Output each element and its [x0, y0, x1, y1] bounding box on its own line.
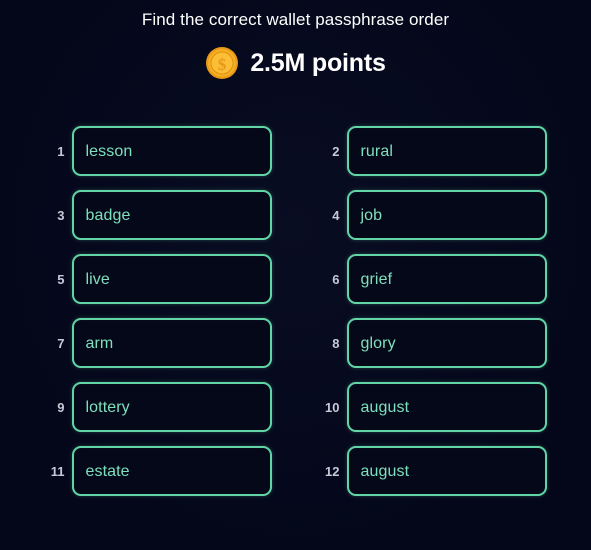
header: Find the correct wallet passphrase order…	[0, 0, 591, 82]
slot-number: 12	[325, 463, 340, 479]
slot-number: 3	[57, 207, 65, 223]
slot-number: 10	[325, 399, 340, 415]
slot-6[interactable]: 6 grief	[320, 254, 547, 304]
word-label: glory	[360, 334, 396, 352]
word-label: arm	[85, 334, 114, 352]
grid-row: 1 lesson 2 rural	[0, 126, 591, 176]
points-amount: 2.5M points	[250, 49, 386, 77]
grid-row: 9 lottery 10 august	[0, 382, 591, 432]
slot-number: 5	[57, 271, 65, 287]
slot-8[interactable]: 8 glory	[320, 318, 547, 368]
slot-number: 11	[50, 463, 65, 479]
slot-number: 9	[57, 399, 65, 415]
slot-5[interactable]: 5 live	[45, 254, 272, 304]
slot-number: 2	[332, 143, 340, 159]
slot-11[interactable]: 11 estate	[45, 446, 272, 496]
word-box[interactable]: estate	[71, 446, 272, 496]
slot-10[interactable]: 10 august	[320, 382, 547, 432]
grid-row: 11 estate 12 august	[0, 446, 591, 496]
slot-7[interactable]: 7 arm	[45, 318, 272, 368]
grid-row: 3 badge 4 job	[0, 190, 591, 240]
word-label: live	[85, 270, 110, 288]
grid-row: 7 arm 8 glory	[0, 318, 591, 368]
word-label: job	[360, 206, 383, 224]
word-label: lottery	[85, 398, 130, 416]
word-label: rural	[360, 142, 394, 160]
word-box[interactable]: glory	[346, 318, 547, 368]
slot-1[interactable]: 1 lesson	[45, 126, 272, 176]
word-label: august	[360, 398, 410, 416]
slot-number: 1	[57, 143, 65, 159]
word-box[interactable]: august	[346, 446, 547, 496]
slot-2[interactable]: 2 rural	[320, 126, 547, 176]
word-box[interactable]: lottery	[71, 382, 272, 432]
word-box[interactable]: lesson	[71, 126, 272, 176]
slot-9[interactable]: 9 lottery	[45, 382, 272, 432]
word-box[interactable]: grief	[346, 254, 547, 304]
word-box[interactable]: live	[71, 254, 272, 304]
passphrase-order-screen: Find the correct wallet passphrase order…	[0, 0, 591, 550]
slot-number: 7	[57, 335, 65, 351]
gold-coin-dollar-icon: $	[205, 46, 239, 80]
word-label: badge	[85, 206, 131, 224]
svg-text:$: $	[218, 55, 227, 74]
word-label: august	[360, 462, 410, 480]
slot-12[interactable]: 12 august	[320, 446, 547, 496]
word-label: grief	[360, 270, 393, 288]
slot-number: 6	[332, 271, 340, 287]
passphrase-grid: 1 lesson 2 rural 3 badge 4 job 5 live 6 …	[0, 126, 591, 496]
word-box[interactable]: badge	[71, 190, 272, 240]
slot-number: 8	[332, 335, 340, 351]
word-label: lesson	[85, 142, 133, 160]
slot-number: 4	[332, 207, 340, 223]
word-box[interactable]: august	[346, 382, 547, 432]
page-title: Find the correct wallet passphrase order	[141, 10, 450, 29]
word-box[interactable]: arm	[71, 318, 272, 368]
word-label: estate	[85, 462, 130, 480]
word-box[interactable]: job	[346, 190, 547, 240]
slot-4[interactable]: 4 job	[320, 190, 547, 240]
word-box[interactable]: rural	[346, 126, 547, 176]
slot-3[interactable]: 3 badge	[45, 190, 272, 240]
grid-row: 5 live 6 grief	[0, 254, 591, 304]
points-reward: $ 2.5M points	[0, 44, 591, 82]
